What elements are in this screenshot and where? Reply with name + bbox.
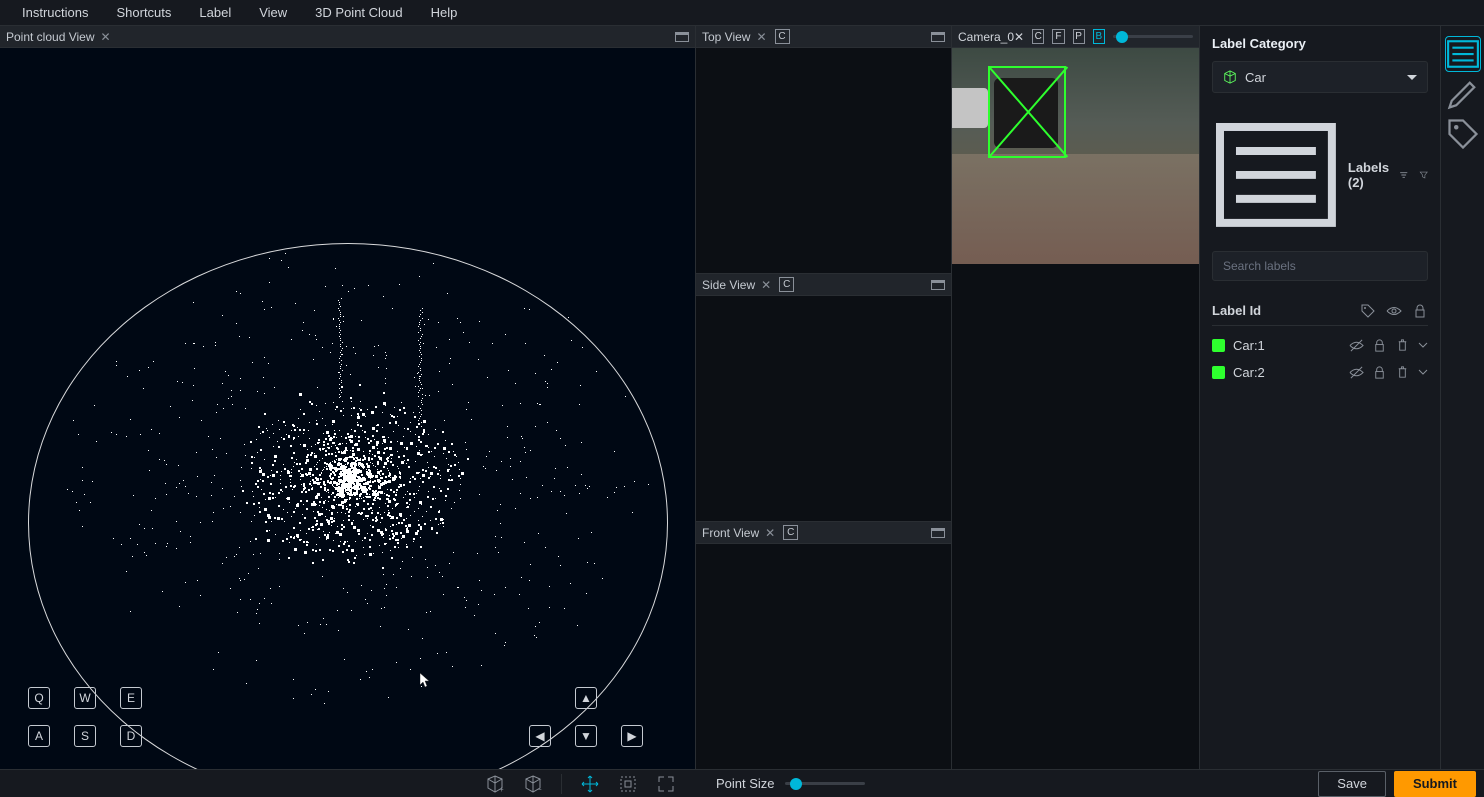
nav-left[interactable]: ◀ <box>529 725 551 747</box>
camera-header: Camera_0 ✕ C F P B <box>952 26 1199 48</box>
close-icon[interactable]: ✕ <box>756 30 766 44</box>
lock-icon[interactable] <box>1372 338 1387 353</box>
chevron-down-icon[interactable] <box>1418 365 1428 380</box>
select-tool-icon[interactable] <box>618 774 638 794</box>
label-name: Car:1 <box>1233 338 1341 353</box>
car-sedan <box>952 88 988 128</box>
keycap-e[interactable]: E <box>120 687 142 709</box>
sort-icon[interactable] <box>1399 167 1408 183</box>
remove-cube-icon[interactable]: − <box>523 774 543 794</box>
top-view-c-button[interactable]: C <box>775 29 790 44</box>
cube-icon <box>1223 70 1237 84</box>
top-view-body[interactable] <box>696 48 951 273</box>
eye-off-icon[interactable] <box>1349 365 1364 380</box>
window-icon[interactable] <box>931 32 945 42</box>
keycap-w[interactable]: W <box>74 687 96 709</box>
expand-icon[interactable] <box>656 774 676 794</box>
save-button[interactable]: Save <box>1318 771 1386 797</box>
window-icon[interactable] <box>675 32 689 42</box>
side-view-c-button[interactable]: C <box>779 277 794 292</box>
pointcloud-title: Point cloud View <box>6 30 95 44</box>
category-value: Car <box>1245 70 1266 85</box>
label-row[interactable]: Car:2 <box>1212 359 1428 386</box>
eye-icon[interactable] <box>1386 303 1402 319</box>
chevron-down-icon[interactable] <box>1418 338 1428 353</box>
menu-instructions[interactable]: Instructions <box>8 1 102 24</box>
front-view-body[interactable] <box>696 544 951 769</box>
camera-f-button[interactable]: F <box>1052 29 1064 44</box>
menu-label[interactable]: Label <box>185 1 245 24</box>
nav-right[interactable]: ▶ <box>621 725 643 747</box>
camera-body[interactable] <box>952 48 1199 264</box>
search-labels-input[interactable] <box>1212 251 1428 281</box>
front-view-c-button[interactable]: C <box>783 525 798 540</box>
add-cube-icon[interactable]: + <box>485 774 505 794</box>
nav-up[interactable]: ▲ <box>575 687 597 709</box>
front-view-title: Front View <box>702 526 759 540</box>
label-name: Car:2 <box>1233 365 1341 380</box>
label-id-header: Label Id <box>1212 303 1350 318</box>
submit-button[interactable]: Submit <box>1394 771 1476 797</box>
side-view-header: Side View ✕ C <box>696 274 951 296</box>
list-icon <box>1212 111 1340 239</box>
close-icon[interactable]: ✕ <box>101 30 111 44</box>
svg-text:−: − <box>537 785 542 794</box>
top-view-header: Top View ✕ C <box>696 26 951 48</box>
close-icon[interactable]: ✕ <box>765 526 775 540</box>
side-view-body[interactable] <box>696 296 951 521</box>
point-size-slider[interactable] <box>785 782 865 785</box>
category-dropdown[interactable]: Car <box>1212 61 1428 93</box>
right-sidebar: Label Category Car Labels (2) <box>1200 26 1440 769</box>
point-size-label: Point Size <box>716 776 775 791</box>
pointcloud-panel-header: Point cloud View ✕ <box>0 26 695 48</box>
labels-title: Labels (2) <box>1348 160 1389 190</box>
camera-p-button[interactable]: P <box>1073 29 1085 44</box>
keycap-a[interactable]: A <box>28 725 50 747</box>
close-icon[interactable]: ✕ <box>761 278 771 292</box>
filter-icon[interactable] <box>1419 167 1428 183</box>
top-view-title: Top View <box>702 30 750 44</box>
nav-down[interactable]: ▼ <box>575 725 597 747</box>
window-icon[interactable] <box>931 528 945 538</box>
trash-icon[interactable] <box>1395 338 1410 353</box>
eye-off-icon[interactable] <box>1349 338 1364 353</box>
camera-brightness-slider[interactable] <box>1113 35 1193 38</box>
camera-b-button[interactable]: B <box>1093 29 1105 44</box>
menu-help[interactable]: Help <box>417 1 472 24</box>
front-view-header: Front View ✕ C <box>696 522 951 544</box>
camera-title: Camera_0 <box>958 30 1014 44</box>
lock-icon[interactable] <box>1412 303 1428 319</box>
side-view-title: Side View <box>702 278 755 292</box>
trash-icon[interactable] <box>1395 365 1410 380</box>
color-swatch <box>1212 339 1225 352</box>
label-category-title: Label Category <box>1212 36 1428 51</box>
tag-icon[interactable] <box>1360 303 1376 319</box>
lock-icon[interactable] <box>1372 365 1387 380</box>
window-icon[interactable] <box>931 280 945 290</box>
bottom-toolbar: + − Point Size Save Submit <box>0 769 1484 797</box>
pointcloud-viewport[interactable]: Q W E A S D ▲ ◀ ▼ ▶ <box>0 48 695 769</box>
tag-icon[interactable] <box>1445 116 1481 152</box>
color-swatch <box>1212 366 1225 379</box>
menu-shortcuts[interactable]: Shortcuts <box>102 1 185 24</box>
menu-3d-point-cloud[interactable]: 3D Point Cloud <box>301 1 416 24</box>
panel-toggle-icon[interactable] <box>1445 36 1481 72</box>
keycap-d[interactable]: D <box>120 725 142 747</box>
edit-icon[interactable] <box>1445 76 1481 112</box>
bounding-box-3d[interactable] <box>988 66 1066 158</box>
keycap-q[interactable]: Q <box>28 687 50 709</box>
right-icon-strip <box>1440 26 1484 769</box>
nav-grid: ▲ ◀ ▼ ▶ <box>529 687 645 749</box>
camera-image <box>952 48 1199 264</box>
close-icon[interactable]: ✕ <box>1014 30 1024 44</box>
keycap-s[interactable]: S <box>74 725 96 747</box>
chevron-down-icon <box>1407 75 1417 80</box>
menubar: Instructions Shortcuts Label View 3D Poi… <box>0 0 1484 26</box>
svg-text:+: + <box>499 785 504 794</box>
label-row[interactable]: Car:1 <box>1212 332 1428 359</box>
menu-view[interactable]: View <box>245 1 301 24</box>
camera-c-button[interactable]: C <box>1032 29 1044 44</box>
keycap-grid: Q W E A S D <box>28 687 144 749</box>
move-tool-icon[interactable] <box>580 774 600 794</box>
